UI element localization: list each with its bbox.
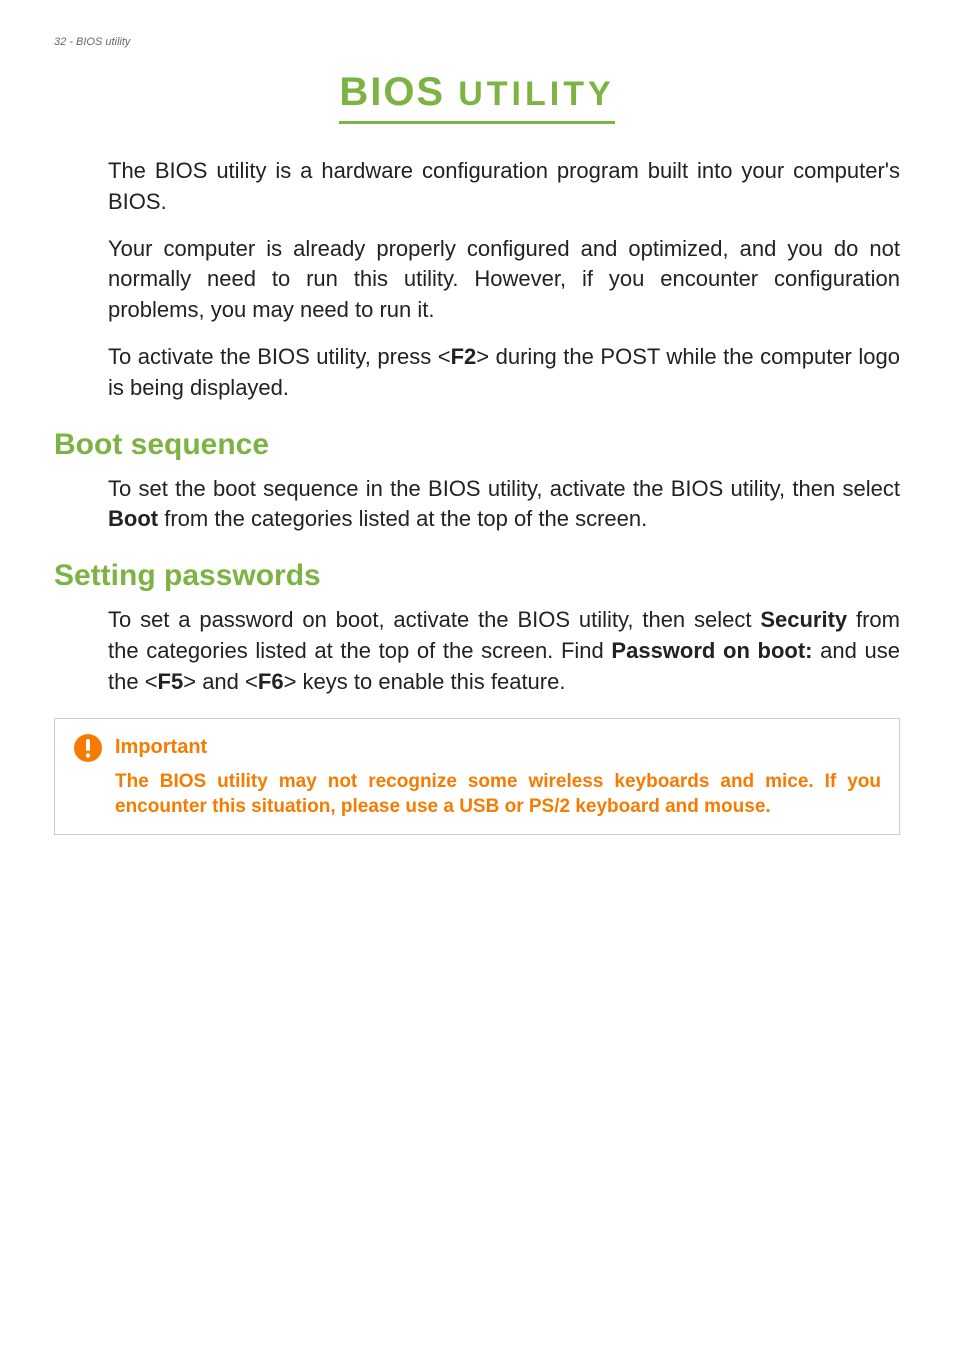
- text: To set a password on boot, activate the …: [108, 607, 760, 632]
- text: from the categories listed at the top of…: [158, 506, 647, 531]
- title-sub: UTILITY: [458, 75, 614, 113]
- callout-header: Important: [73, 733, 881, 763]
- text: To set the boot sequence in the BIOS uti…: [108, 476, 900, 501]
- menu-boot: Boot: [108, 506, 158, 531]
- boot-sequence-paragraph: To set the boot sequence in the BIOS uti…: [54, 474, 900, 536]
- intro-paragraph-2: Your computer is already properly config…: [54, 234, 900, 326]
- setting-passwords-paragraph: To set a password on boot, activate the …: [54, 605, 900, 697]
- callout-title: Important: [115, 736, 207, 759]
- text: To activate the BIOS utility, press <: [108, 344, 451, 369]
- option-password-on-boot: Password on boot:: [611, 638, 812, 663]
- key-f2: F2: [451, 344, 477, 369]
- menu-security: Security: [760, 607, 847, 632]
- key-f6: F6: [258, 669, 284, 694]
- title-main: BIOS: [339, 70, 445, 114]
- boot-sequence-heading: Boot sequence: [54, 428, 900, 462]
- page-content: BIOS UTILITY The BIOS utility is a hardw…: [0, 0, 954, 835]
- title-wrap: BIOS UTILITY: [54, 70, 900, 124]
- page-title: BIOS UTILITY: [339, 70, 614, 124]
- setting-passwords-heading: Setting passwords: [54, 559, 900, 593]
- text: > keys to enable this feature.: [284, 669, 566, 694]
- intro-paragraph-3: To activate the BIOS utility, press <F2>…: [54, 342, 900, 404]
- text: > and <: [183, 669, 258, 694]
- important-callout: Important The BIOS utility may not recog…: [54, 718, 900, 835]
- intro-paragraph-1: The BIOS utility is a hardware configura…: [54, 156, 900, 218]
- page-header: 32 - BIOS utility: [54, 36, 130, 48]
- callout-body: The BIOS utility may not recognize some …: [73, 769, 881, 820]
- warning-icon: [73, 733, 103, 763]
- key-f5: F5: [158, 669, 184, 694]
